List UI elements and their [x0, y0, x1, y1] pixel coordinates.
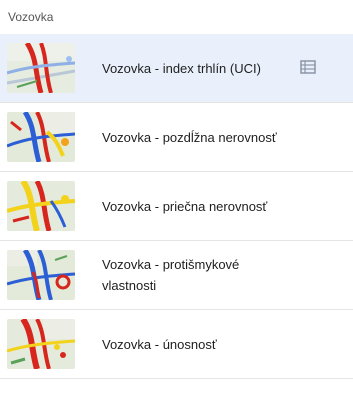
layer-item-skid-resistance[interactable]: Vozovka - protišmykové vlastnosti	[0, 241, 353, 310]
layer-item-transverse[interactable]: Vozovka - priečna nerovnosť	[0, 172, 353, 241]
layer-item-uci[interactable]: Vozovka - index trhlín (UCI)	[0, 34, 353, 103]
layer-label: Vozovka - priečna nerovnosť	[102, 198, 268, 214]
map-thumbnail	[7, 43, 75, 93]
map-thumbnail	[7, 250, 75, 300]
map-thumbnail	[7, 181, 75, 231]
layer-label: Vozovka - pozdĺžna nerovnosť	[102, 129, 277, 145]
layer-panel: Vozovka Vozovka - index trhlín (UCI) Voz…	[0, 0, 353, 393]
layer-item-bearing-capacity[interactable]: Vozovka - únosnosť	[0, 310, 353, 379]
table-icon[interactable]	[300, 60, 316, 74]
section-title: Vozovka	[8, 10, 54, 24]
layer-list: Vozovka - index trhlín (UCI) Vozovka - p…	[0, 34, 353, 379]
layer-label: Vozovka - únosnosť	[102, 336, 217, 352]
layer-item-longitudinal[interactable]: Vozovka - pozdĺžna nerovnosť	[0, 103, 353, 172]
layer-label: Vozovka - protišmykové vlastnosti	[102, 257, 240, 293]
map-thumbnail	[7, 319, 75, 369]
map-thumbnail	[7, 112, 75, 162]
layer-label: Vozovka - index trhlín (UCI)	[102, 60, 261, 76]
